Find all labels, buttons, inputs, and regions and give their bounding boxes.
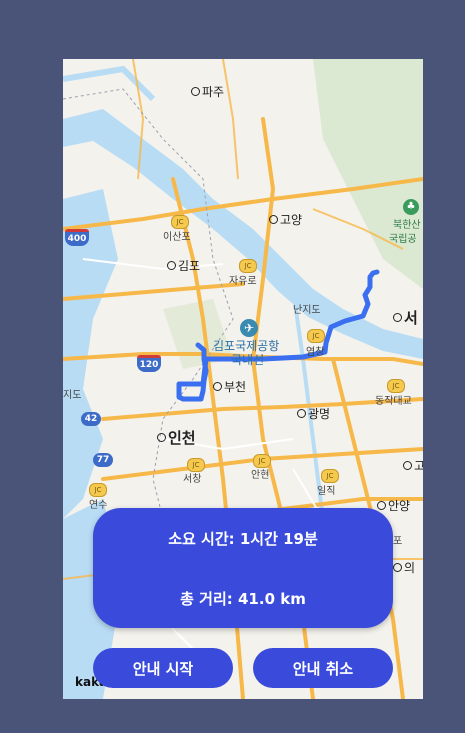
- label-isanpo: 이산포: [163, 232, 191, 243]
- place-paju: 파주: [191, 85, 224, 99]
- label-yeonsu: 연수: [89, 500, 108, 511]
- route-shield-42: 42: [81, 412, 101, 426]
- route-shield-400: 400: [65, 229, 89, 246]
- jc-marker: JC: [89, 483, 107, 497]
- label-dongjak-bridge: 동작대교: [375, 396, 412, 407]
- place-anyang: 안양: [377, 499, 410, 513]
- phone-screen: 파주 고양 김포 부천 인천 광명 안양 서 고 의 이산포 자유로 난지도 김…: [63, 59, 423, 699]
- label-jido: 지도: [63, 390, 82, 401]
- park-icon: ♣: [403, 199, 419, 215]
- travel-time: 소요 시간: 1시간 19분: [168, 530, 318, 548]
- label-iljik: 일직: [317, 486, 336, 497]
- label-seochang: 서창: [183, 474, 202, 485]
- place-bucheon: 부천: [213, 380, 246, 394]
- jc-marker: JC: [307, 329, 325, 343]
- label-gimpo-airport: 김포국제공항: [213, 339, 280, 353]
- label-anhyeon: 안현: [251, 470, 270, 481]
- jc-marker: JC: [321, 469, 339, 483]
- jc-marker: JC: [387, 379, 405, 393]
- label-jayuro: 자유로: [229, 276, 257, 287]
- place-gimpo: 김포: [167, 259, 200, 273]
- place-gwangmyeong: 광명: [297, 407, 330, 421]
- place-ui: 의: [393, 561, 415, 575]
- route-shield-120: 120: [137, 355, 161, 372]
- jc-marker: JC: [171, 215, 189, 229]
- jc-marker: JC: [187, 458, 205, 472]
- label-yeomchang: 염창: [306, 347, 325, 358]
- place-goyang: 고양: [269, 213, 302, 227]
- place-incheon: 인천: [157, 431, 196, 446]
- route-shield-77: 77: [93, 453, 113, 467]
- jc-marker: JC: [239, 259, 257, 273]
- label-po: 포: [393, 536, 403, 547]
- route-info-card: 소요 시간: 1시간 19분 총 거리: 41.0 km: [93, 508, 393, 628]
- airport-icon: ✈: [240, 319, 258, 337]
- start-navigation-button[interactable]: 안내 시작: [93, 648, 233, 688]
- place-seoul: 서: [393, 311, 418, 326]
- cancel-navigation-button[interactable]: 안내 취소: [253, 648, 393, 688]
- label-bukhansan: 북한산: [393, 220, 421, 231]
- place-go: 고: [403, 459, 423, 473]
- label-domestic: 국내선: [231, 353, 265, 367]
- label-national-park: 국립공: [389, 234, 417, 245]
- total-distance: 총 거리: 41.0 km: [180, 590, 306, 608]
- label-nanjido: 난지도: [293, 305, 321, 316]
- jc-marker: JC: [253, 454, 271, 468]
